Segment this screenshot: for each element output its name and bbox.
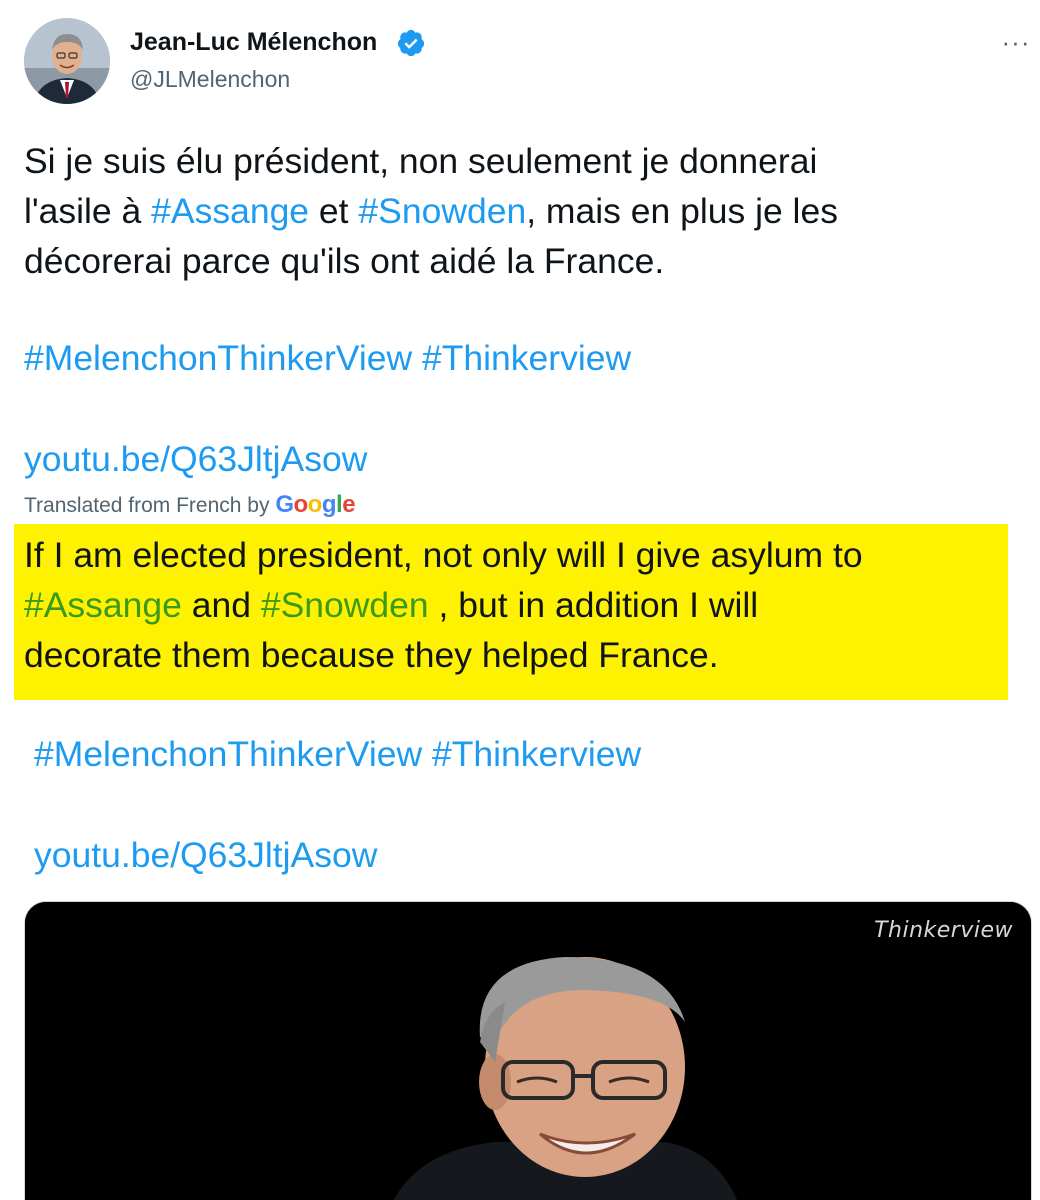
- translation-line-1: If I am elected president, not only will…: [24, 535, 863, 575]
- tweet-line-3: décorerai parce qu'ils ont aidé la Franc…: [24, 241, 665, 281]
- translated-hashtag-melenchonthinkerview-link[interactable]: #MelenchonThinkerView: [34, 734, 422, 774]
- tweet-hashtags: #MelenchonThinkerView #Thinkerview: [24, 333, 631, 383]
- translation-line-3: decorate them because they helped France…: [24, 635, 719, 675]
- verified-badge-icon: [397, 29, 425, 57]
- avatar[interactable]: [24, 18, 110, 104]
- translation-text-segment: , but in addition I will: [428, 585, 759, 625]
- hashtag-melenchonthinkerview-link[interactable]: #MelenchonThinkerView: [24, 338, 412, 378]
- translated-label-text: Translated from French by: [24, 494, 276, 517]
- translated-hashtag-assange[interactable]: #Assange: [24, 585, 182, 625]
- portrait-photo-icon: [25, 902, 1031, 1200]
- translated-youtube-link[interactable]: youtu.be/Q63JltjAsow: [34, 835, 377, 875]
- tweet-line-2: l'asile à #Assange et #Snowden, mais en …: [24, 186, 1014, 236]
- translation-text-segment: and: [181, 585, 261, 625]
- translated-hashtag-thinkerview-link[interactable]: #Thinkerview: [432, 734, 641, 774]
- translation-text: If I am elected president, not only will…: [24, 530, 1014, 680]
- author-display-name[interactable]: Jean-Luc Mélenchon: [130, 28, 377, 57]
- media-thumbnail[interactable]: Thinkerview: [24, 901, 1032, 1200]
- tweet-url: youtu.be/Q63JltjAsow: [24, 434, 367, 484]
- tweet-line-1: Si je suis élu président, non seulement …: [24, 141, 818, 181]
- more-options-ellipsis-icon[interactable]: ···: [994, 22, 1038, 62]
- google-logo-icon: Google: [275, 491, 356, 518]
- tweet-text-segment: , mais en plus je les: [526, 191, 838, 231]
- author-handle[interactable]: @JLMelenchon: [130, 66, 290, 93]
- youtube-link[interactable]: youtu.be/Q63JltjAsow: [24, 439, 367, 479]
- translated-from-label: Translated from French by Google: [24, 491, 356, 520]
- tweet-text: Si je suis élu président, non seulement …: [24, 136, 1014, 286]
- translation-line-2: #Assange and #Snowden , but in addition …: [24, 580, 1014, 630]
- hashtag-assange-link[interactable]: #Assange: [151, 191, 309, 231]
- translated-hashtag-snowden[interactable]: #Snowden: [261, 585, 429, 625]
- translation-url: youtu.be/Q63JltjAsow: [34, 830, 377, 880]
- hashtag-snowden-link[interactable]: #Snowden: [358, 191, 526, 231]
- thinkerview-watermark: Thinkerview: [874, 918, 1013, 943]
- hashtag-thinkerview-link[interactable]: #Thinkerview: [422, 338, 631, 378]
- tweet-text-segment: l'asile à: [24, 191, 152, 231]
- translation-hashtags: #MelenchonThinkerView #Thinkerview: [34, 729, 641, 779]
- profile-photo-icon: [24, 18, 110, 104]
- tweet-text-segment: et: [309, 191, 359, 231]
